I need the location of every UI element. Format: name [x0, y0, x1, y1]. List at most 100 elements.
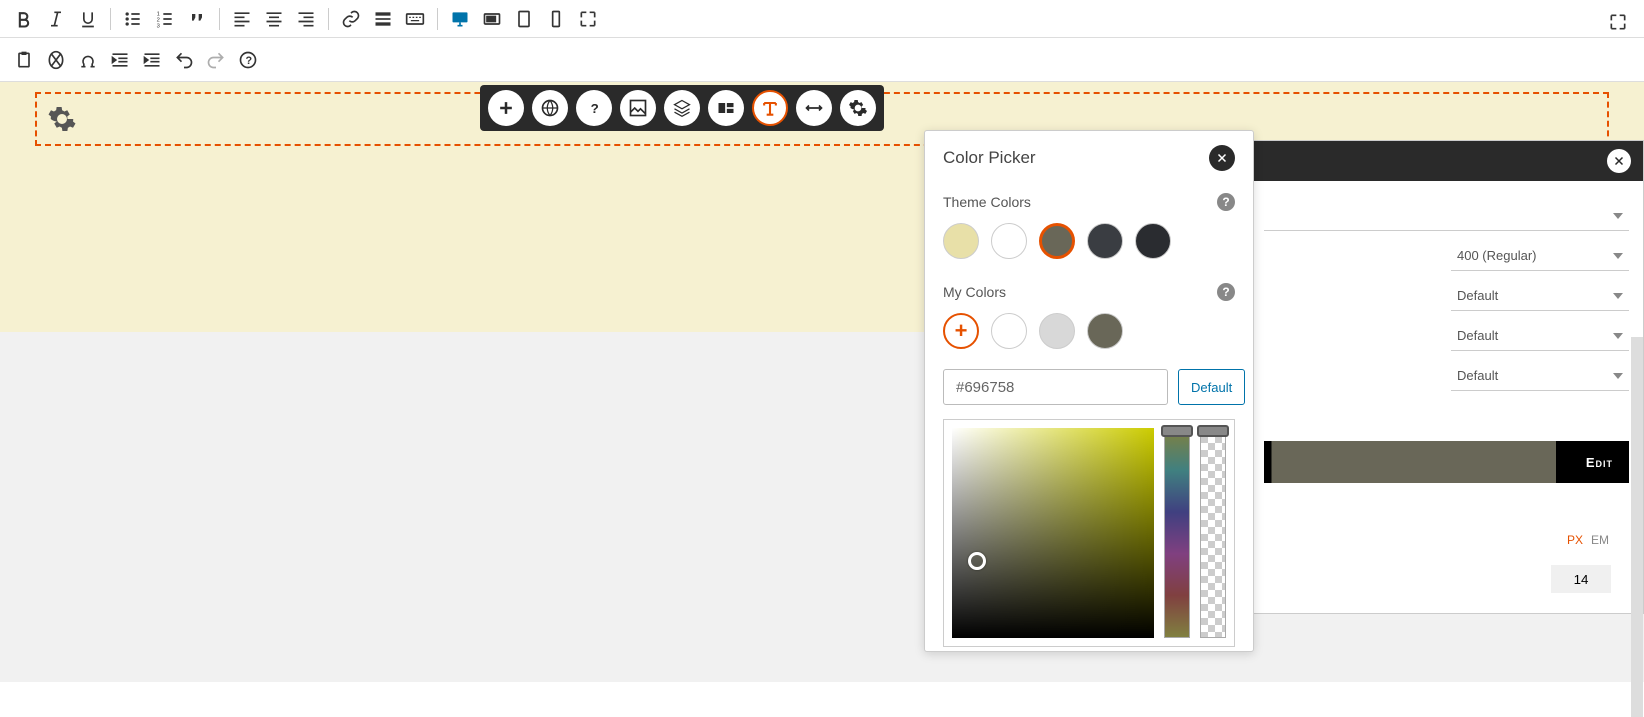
svg-text:?: ? [246, 55, 253, 67]
font-size-input[interactable] [1551, 565, 1611, 593]
typography-panel-header [1250, 141, 1643, 181]
align-left-button[interactable] [226, 3, 258, 35]
paste-button[interactable] [8, 44, 40, 76]
chevron-down-icon [1613, 253, 1623, 259]
option1-select[interactable]: Default [1451, 281, 1629, 311]
close-color-picker-button[interactable] [1209, 145, 1235, 171]
main-toolbar-row2: ? [0, 38, 1644, 82]
align-right-button[interactable] [290, 3, 322, 35]
underline-button[interactable] [72, 3, 104, 35]
option2-value: Default [1457, 328, 1498, 343]
typography-settings-panel: 400 (Regular) Default Default Default Ed… [1249, 140, 1644, 614]
toolbar-separator [328, 8, 329, 30]
svg-text:3: 3 [157, 23, 160, 29]
theme-swatch-3[interactable] [1039, 223, 1075, 259]
blockquote-button[interactable] [181, 3, 213, 35]
link-button[interactable] [335, 3, 367, 35]
svg-text:?: ? [591, 101, 599, 116]
toolbar-separator [219, 8, 220, 30]
alpha-slider[interactable] [1200, 428, 1226, 638]
theme-swatch-2[interactable] [991, 223, 1027, 259]
hex-input[interactable] [943, 369, 1168, 405]
numbered-list-button[interactable]: 123 [149, 3, 181, 35]
option2-select[interactable]: Default [1451, 321, 1629, 351]
toolbar-separator [437, 8, 438, 30]
alpha-thumb[interactable] [1197, 425, 1229, 437]
theme-swatch-4[interactable] [1087, 223, 1123, 259]
main-toolbar-row1: 123 [0, 0, 1644, 38]
font-weight-value: 400 (Regular) [1457, 248, 1537, 263]
option1-value: Default [1457, 288, 1498, 303]
typography-button[interactable] [752, 90, 788, 126]
layers-button[interactable] [664, 90, 700, 126]
theme-colors-help-icon[interactable]: ? [1217, 193, 1235, 211]
settings-float-button[interactable] [840, 90, 876, 126]
bold-button[interactable] [8, 3, 40, 35]
toolbar-separator [110, 8, 111, 30]
undo-button[interactable] [168, 44, 200, 76]
tablet-landscape-button[interactable] [476, 3, 508, 35]
hue-slider[interactable] [1164, 428, 1190, 638]
saturation-cursor[interactable] [968, 552, 986, 570]
globe-button[interactable] [532, 90, 568, 126]
expand-editor-button[interactable] [1602, 6, 1634, 38]
italic-button[interactable] [40, 3, 72, 35]
color-picker-popup: Color Picker Theme Colors ? My Colors ? … [924, 130, 1254, 652]
option3-value: Default [1457, 368, 1498, 383]
tablet-button[interactable] [508, 3, 540, 35]
unit-px-button[interactable]: PX [1567, 533, 1583, 547]
my-swatch-1[interactable] [991, 313, 1027, 349]
help-button[interactable]: ? [232, 44, 264, 76]
align-center-button[interactable] [258, 3, 290, 35]
close-typography-panel-button[interactable] [1607, 149, 1631, 173]
width-button[interactable] [796, 90, 832, 126]
add-color-button[interactable]: + [943, 313, 979, 349]
chevron-down-icon [1613, 333, 1623, 339]
fullscreen-button[interactable] [572, 3, 604, 35]
help-float-button[interactable]: ? [576, 90, 612, 126]
my-swatch-2[interactable] [1039, 313, 1075, 349]
keyboard-button[interactable] [399, 3, 431, 35]
phone-button[interactable] [540, 3, 572, 35]
my-colors-section: My Colors ? + [925, 275, 1253, 365]
color-picker-header: Color Picker [925, 131, 1253, 185]
font-family-select[interactable] [1264, 201, 1629, 231]
redo-button[interactable] [200, 44, 232, 76]
insert-more-button[interactable] [367, 3, 399, 35]
block-floating-toolbar: ? [480, 85, 884, 131]
indent-button[interactable] [136, 44, 168, 76]
chevron-down-icon [1613, 213, 1623, 219]
chevron-down-icon [1613, 373, 1623, 379]
my-colors-help-icon[interactable]: ? [1217, 283, 1235, 301]
add-block-button[interactable] [488, 90, 524, 126]
clear-format-button[interactable] [40, 44, 72, 76]
bullet-list-button[interactable] [117, 3, 149, 35]
color-gradient-area [943, 419, 1235, 647]
special-char-button[interactable] [72, 44, 104, 76]
unit-em-button[interactable]: EM [1591, 533, 1609, 547]
outdent-button[interactable] [104, 44, 136, 76]
my-colors-label: My Colors [943, 284, 1006, 300]
block-settings-icon[interactable] [47, 104, 77, 134]
default-color-button[interactable]: Default [1178, 369, 1245, 405]
typography-panel-body: 400 (Regular) Default Default Default Ed… [1250, 181, 1643, 613]
theme-colors-label: Theme Colors [943, 194, 1031, 210]
font-weight-select[interactable]: 400 (Regular) [1451, 241, 1629, 271]
theme-swatch-1[interactable] [943, 223, 979, 259]
hue-thumb[interactable] [1161, 425, 1193, 437]
columns-button[interactable] [708, 90, 744, 126]
theme-colors-section: Theme Colors ? [925, 185, 1253, 275]
option3-select[interactable]: Default [1451, 361, 1629, 391]
image-button[interactable] [620, 90, 656, 126]
theme-swatch-5[interactable] [1135, 223, 1171, 259]
chevron-down-icon [1613, 293, 1623, 299]
color-preview-bar[interactable]: Edit [1264, 441, 1629, 483]
desktop-view-button[interactable] [444, 3, 476, 35]
saturation-box[interactable] [952, 428, 1154, 638]
unit-toggle: PX EM [1264, 533, 1629, 547]
my-swatch-3[interactable] [1087, 313, 1123, 349]
edit-color-label: Edit [1586, 455, 1613, 470]
panel-scrollbar[interactable] [1631, 337, 1643, 717]
color-picker-title: Color Picker [943, 148, 1036, 168]
hex-row: Default [925, 365, 1253, 419]
